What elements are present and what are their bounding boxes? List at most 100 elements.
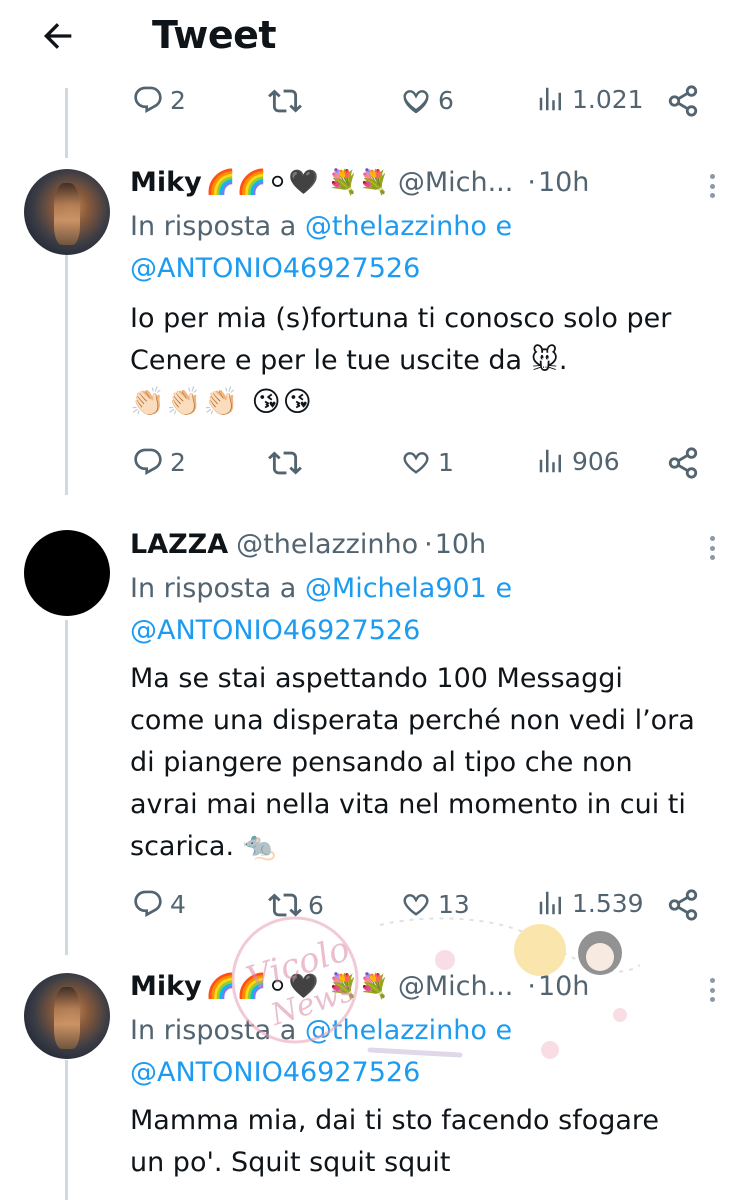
mention-link[interactable]: @ANTONIO46927526 [130,253,420,284]
top-bar: Tweet [0,0,751,80]
tweet-text: Io per mia (s)fortuna ti conosco solo pe… [130,298,730,382]
text-line: scarica. 🐀 [130,831,277,862]
reply-button[interactable]: 4 [132,888,186,920]
retweet-count: 6 [308,890,324,920]
text-line: come una disperata perché non vedi l’ora [130,705,695,736]
mention-link[interactable]: @ANTONIO46927526 [130,615,420,646]
retweet-icon [268,451,302,475]
reply-prefix: In risposta a [130,573,297,604]
share-icon [668,889,698,921]
more-icon [709,978,715,983]
text-line: Cenere e per le tue uscite da 🐭. [130,345,568,376]
mention-conjunction[interactable]: e [495,573,512,604]
mention-link[interactable]: @thelazzinho [305,1015,487,1046]
separator-dot: · [424,528,433,560]
share-icon [668,447,698,479]
views-button[interactable]: 1.021 [536,84,644,114]
more-button[interactable] [697,170,727,202]
reply-context: In risposta a @thelazzinho e @ANTONIO469… [130,1010,730,1094]
tweet-header: Miky 🌈🌈⚪🖤 💐💐 @Mich... · 10h [130,968,730,1004]
action-bar: 2 6 1.021 [0,84,751,124]
more-icon [709,536,715,541]
avatar[interactable] [24,973,110,1059]
views-count: 906 [572,446,620,476]
reply-button[interactable]: 2 [132,446,186,478]
text-line: Ma se stai aspettando 100 Messaggi [130,663,623,694]
reply-count: 2 [170,85,186,115]
reply-count: 2 [170,447,186,477]
share-button[interactable] [666,84,700,118]
more-button[interactable] [697,532,727,564]
retweet-button[interactable]: 6 [268,888,324,922]
handle[interactable]: @Mich... [398,167,514,198]
display-name[interactable]: Miky [130,971,202,1002]
share-button[interactable] [666,888,700,922]
like-icon [403,894,429,916]
views-icon [539,891,561,915]
reply-context: In risposta a @thelazzinho e @ANTONIO469… [130,206,730,290]
text-line: Mamma mia, dai ti sto facendo sfogare [130,1105,660,1136]
reply-count: 4 [170,889,186,919]
like-icon [403,452,429,474]
tweet-header: LAZZA @thelazzinho · 10h [130,526,730,562]
retweet-button[interactable] [268,446,308,480]
more-button[interactable] [697,974,727,1006]
action-bar: 4 6 13 1.539 [0,888,751,928]
mention-conjunction[interactable]: e [495,1015,512,1046]
thread-line [65,1060,68,1200]
mention-link[interactable]: @Michela901 [305,573,487,604]
text-line: di piangere pensando al tipo che non [130,747,633,778]
display-name[interactable]: Miky [130,167,202,198]
like-count: 1 [438,447,454,477]
more-icon [709,174,715,179]
tweet-text: Mamma mia, dai ti sto facendo sfogare un… [130,1100,730,1184]
tweet-text: Ma se stai aspettando 100 Messaggi come … [130,658,730,868]
share-button[interactable] [666,446,700,480]
like-icon [403,90,429,114]
like-button[interactable]: 1 [400,446,454,478]
views-icon [539,87,561,111]
text-line: Io per mia (s)fortuna ti conosco solo pe… [130,303,672,334]
reply-prefix: In risposta a [130,1015,297,1046]
handle[interactable]: @thelazzinho [236,529,418,560]
views-button[interactable]: 1.539 [536,888,644,918]
views-count: 1.021 [572,84,644,114]
display-name[interactable]: LAZZA [130,529,228,560]
views-count: 1.539 [572,888,644,918]
back-arrow-icon [44,23,72,49]
mention-link[interactable]: @ANTONIO46927526 [130,1057,420,1088]
emoji-line: 👏🏻👏🏻👏🏻 😘😘 [130,385,314,418]
reply-icon [134,890,162,917]
reply-prefix: In risposta a [130,211,297,242]
back-button[interactable] [34,12,82,60]
reply-icon [134,448,162,475]
share-icon [668,85,698,117]
reply-context: In risposta a @Michela901 e @ANTONIO4692… [130,568,730,652]
text-line: avrai mai nella vita nel momento in cui … [130,789,686,820]
tweet-header: Miky 🌈🌈⚪🖤 💐💐 @Mich... · 10h [130,164,730,200]
separator-dot: · [527,166,536,198]
timestamp[interactable]: 10h [538,167,589,198]
retweet-button[interactable] [268,84,308,118]
retweet-icon [268,893,302,917]
mention-conjunction[interactable]: e [495,211,512,242]
avatar[interactable] [24,169,110,255]
timestamp[interactable]: 10h [538,971,589,1002]
text-line: un po'. Squit squit squit [130,1147,451,1178]
retweet-icon [268,89,302,113]
reply-button[interactable]: 2 [132,84,186,116]
like-count: 13 [438,889,470,919]
like-button[interactable]: 13 [400,888,470,920]
reply-icon [134,86,162,113]
timestamp[interactable]: 10h [435,529,486,560]
name-emojis: 🌈🌈⚪🖤 💐💐 [205,972,390,1000]
views-button[interactable]: 906 [536,446,620,476]
handle[interactable]: @Mich... [398,971,514,1002]
like-button[interactable]: 6 [400,84,454,116]
views-icon [539,449,561,473]
page-title: Tweet [152,13,277,57]
separator-dot: · [527,970,536,1002]
avatar[interactable] [24,530,110,616]
name-emojis: 🌈🌈⚪🖤 💐💐 [205,168,390,196]
mention-link[interactable]: @thelazzinho [305,211,487,242]
